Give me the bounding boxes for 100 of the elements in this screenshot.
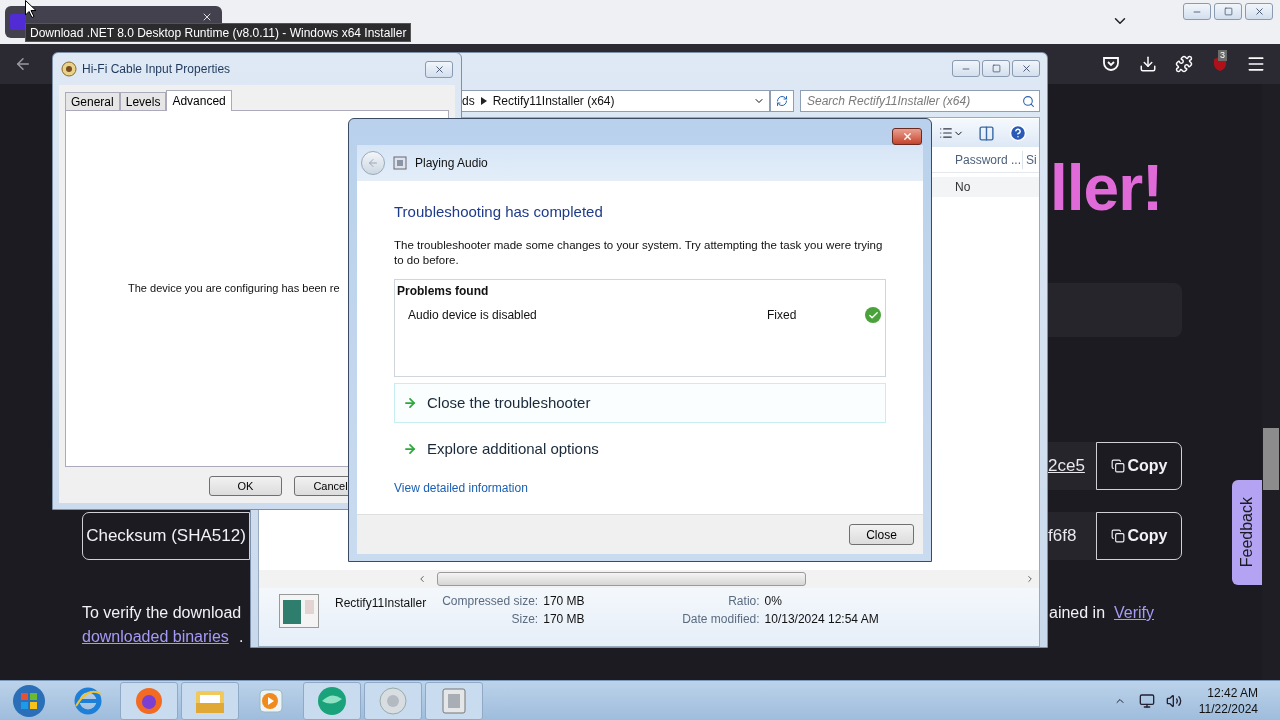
problems-header: Problems found: [397, 283, 490, 300]
tab-close-icon[interactable]: [201, 11, 213, 23]
detail-value: 10/13/2024 12:54 AM: [764, 611, 879, 628]
menu-icon[interactable]: [1246, 54, 1266, 74]
app-taskbar-button[interactable]: [303, 681, 361, 720]
help-icon[interactable]: [1009, 124, 1027, 142]
close-button[interactable]: [892, 128, 922, 145]
volume-icon[interactable]: [1165, 692, 1182, 709]
detail-label: Size:: [510, 611, 539, 628]
detail-value: 0%: [764, 593, 783, 610]
arrow-icon: [403, 396, 417, 410]
dialog-tab[interactable]: General: [65, 92, 120, 110]
pocket-icon[interactable]: [1102, 55, 1120, 73]
detail-label: Compressed size:: [442, 593, 539, 610]
breadcrumb-arrow-icon: [480, 97, 487, 105]
tooltip: Download .NET 8.0 Desktop Runtime (v8.0.11) - Windows x64 Installer: [25, 23, 412, 42]
maximize-button[interactable]: [1214, 3, 1242, 20]
sphere-icon: [316, 684, 348, 717]
page-heading: ller!: [1050, 151, 1163, 226]
refresh-icon: [776, 95, 788, 107]
clock-time[interactable]: 12:42 AM: [1207, 684, 1258, 701]
table-cell-text: No: [954, 179, 972, 196]
dialog-tab[interactable]: Advanced: [166, 90, 232, 111]
maximize-button[interactable]: [982, 60, 1010, 77]
verify-link[interactable]: downloaded binaries: [82, 626, 229, 648]
folder-taskbar-button[interactable]: [181, 681, 239, 720]
option-link[interactable]: Close the troubleshooter: [394, 383, 886, 423]
back-button[interactable]: [361, 151, 385, 175]
troubleshooter-icon: [393, 156, 407, 170]
breadcrumb-item[interactable]: Rectify11Installer (x64): [492, 92, 747, 110]
column-header[interactable]: Password ...: [943, 150, 1023, 169]
hash-value[interactable]: f6f8: [1048, 512, 1096, 560]
close-icon: [1020, 63, 1032, 74]
fox-globe-icon: [134, 685, 164, 716]
search-field[interactable]: Search Rectify11Installer (x64): [800, 90, 1040, 112]
arrow-icon: [403, 442, 417, 456]
back-icon[interactable]: [14, 55, 32, 73]
preview-pane-icon[interactable]: [978, 124, 995, 142]
view-button[interactable]: [939, 126, 964, 140]
minimize-button[interactable]: [1183, 3, 1211, 20]
file-name: Rectify11Installer: [335, 595, 427, 612]
extension-badge: 3: [1218, 50, 1227, 61]
option-link[interactable]: Explore additional options: [394, 429, 886, 469]
detail-value: 170 MB: [543, 593, 585, 610]
copy-button[interactable]: Copy: [1096, 512, 1182, 560]
close-icon: [1253, 6, 1265, 17]
copy-icon: [1110, 459, 1125, 473]
download-icon[interactable]: [1139, 55, 1157, 73]
maximize-icon: [991, 64, 1001, 73]
scroll-left-icon[interactable]: [417, 574, 427, 584]
details-link[interactable]: View detailed information: [394, 479, 886, 497]
period-text: .: [239, 627, 244, 647]
back-icon: [367, 157, 379, 169]
result-description: The troubleshooter made some changes to your system. Try attempting the task you were trying to do before.: [394, 238, 884, 268]
copy-button[interactable]: Copy: [1096, 442, 1182, 490]
network-icon[interactable]: [1138, 692, 1155, 709]
file-thumbnail: [279, 594, 319, 628]
result-heading: Troubleshooting has completed: [394, 202, 604, 222]
breadcrumb-item[interactable]: ds: [462, 92, 475, 110]
minimize-button[interactable]: [952, 60, 980, 77]
device-taskbar-button[interactable]: [425, 681, 483, 720]
dialog-tab[interactable]: Levels: [119, 92, 167, 110]
window-title: Playing Audio: [415, 155, 488, 172]
speaker-icon: [378, 685, 408, 716]
close-dialog-button[interactable]: Close: [849, 524, 914, 545]
clock-date[interactable]: 11/22/2024: [1198, 700, 1258, 717]
dotnet-icon: [10, 14, 26, 30]
firefox-taskbar-button[interactable]: [120, 681, 178, 720]
speaker-taskbar-button[interactable]: [364, 681, 422, 720]
detail-label: Date modified:: [681, 611, 760, 628]
play-icon: [257, 686, 285, 715]
speaker-settings-icon: [61, 61, 77, 77]
close-icon: [433, 63, 445, 75]
problem-name: Audio device is disabled: [408, 307, 538, 324]
window-title: Hi-Fi Cable Input Properties: [82, 61, 232, 78]
device-icon: [441, 686, 467, 715]
search-icon: [1022, 94, 1035, 108]
hash-value[interactable]: 2ce5: [1048, 442, 1096, 490]
dialog-button[interactable]: OK: [209, 476, 282, 496]
windows-orb-icon: [12, 683, 46, 718]
feedback-tab[interactable]: Feedback: [1232, 480, 1262, 585]
scrollbar-thumb[interactable]: [1263, 428, 1279, 490]
copy-icon: [1110, 529, 1125, 543]
view-list-icon: [939, 126, 953, 140]
device-message: The device you are configuring has been re: [128, 281, 340, 297]
verify-link[interactable]: Verify: [1114, 602, 1154, 624]
extensions-icon[interactable]: [1175, 55, 1193, 73]
close-icon: [901, 131, 913, 142]
detail-value: 170 MB: [543, 611, 585, 628]
hash-label: Checksum (SHA512): [82, 512, 250, 560]
detail-label: Ratio:: [727, 593, 760, 610]
horizontal-scrollbar-thumb[interactable]: [437, 572, 806, 586]
cursor-icon: [25, 0, 37, 18]
column-header[interactable]: Si: [1023, 150, 1039, 169]
maximize-icon: [1223, 7, 1233, 16]
verify-note-text: To verify the download: [82, 603, 242, 623]
verify-note-text: ained in: [1049, 603, 1106, 623]
scroll-right-icon[interactable]: [1025, 574, 1035, 584]
globe-icon: [73, 685, 103, 716]
refresh-button[interactable]: [770, 90, 794, 112]
